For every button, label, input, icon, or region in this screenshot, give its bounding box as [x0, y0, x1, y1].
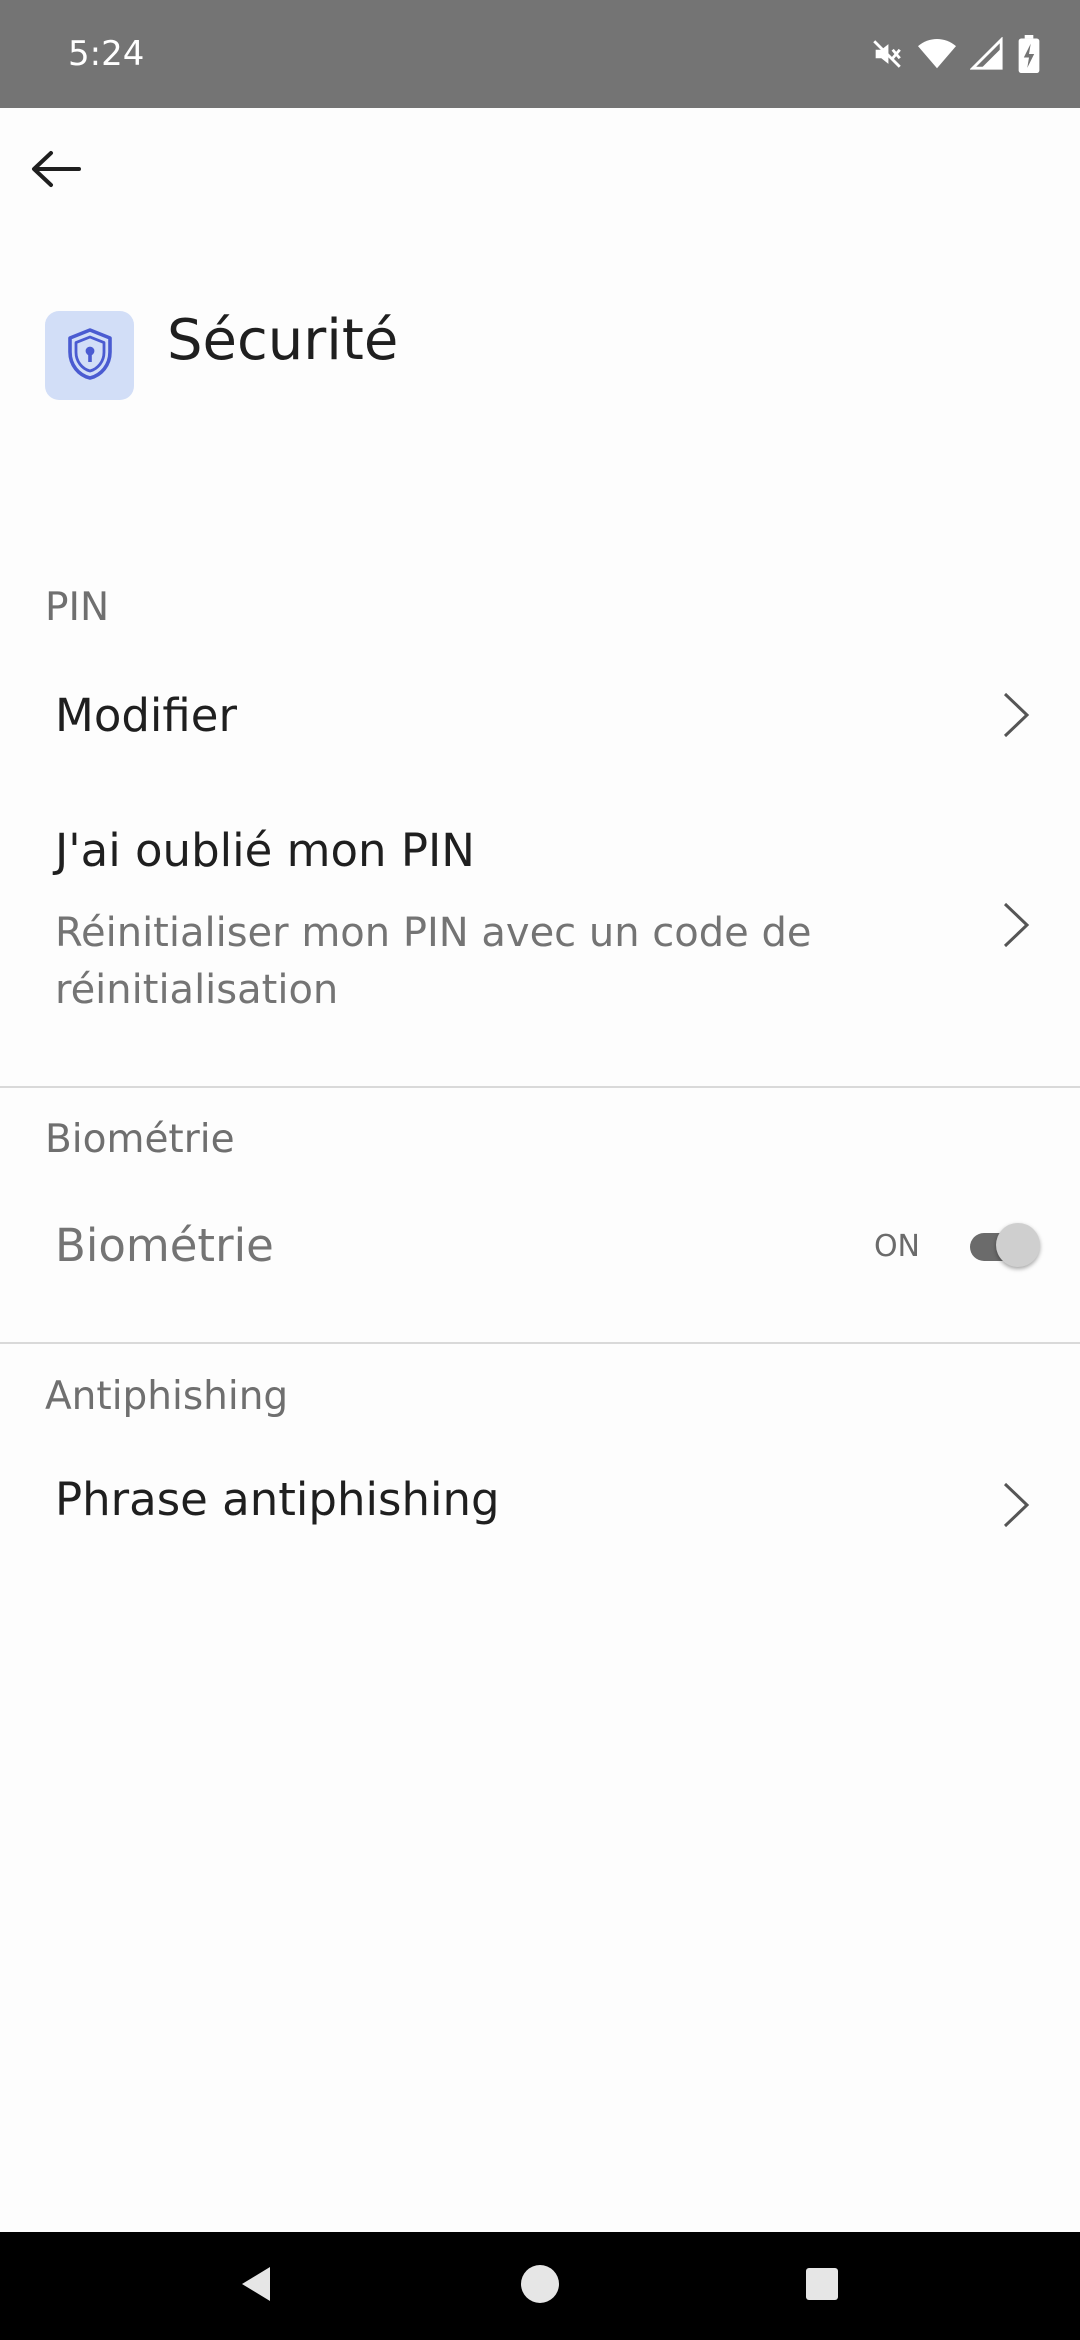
pin-modify-row[interactable]: Modifier [0, 660, 1080, 770]
nav-home-button[interactable] [510, 2256, 570, 2316]
chevron-right-icon [996, 685, 1036, 745]
pin-forgot-label: J'ai oublié mon PIN [55, 824, 475, 877]
pin-forgot-subtitle: Réinitialiser mon PIN avec un code de ré… [55, 910, 812, 1013]
section-title-antiphishing: Antiphishing [45, 1374, 289, 1419]
wifi-icon [918, 37, 956, 71]
nav-back-icon [236, 2264, 276, 2308]
nav-recents-icon [803, 2265, 841, 2307]
antiphishing-phrase-label: Phrase antiphishing [55, 1473, 500, 1526]
status-time: 5:24 [68, 34, 145, 74]
security-settings-screen: 5:24 Sécurité PIN Modifier J'ai oublié m… [0, 0, 1080, 2340]
signal-icon [970, 37, 1004, 71]
arrow-left-icon [29, 149, 81, 193]
page-title: Sécurité [167, 308, 399, 373]
pin-forgot-row[interactable]: J'ai oublié mon PIN Réinitialiser mon PI… [0, 800, 1080, 1040]
divider [0, 1342, 1080, 1344]
chevron-right-icon [996, 1475, 1036, 1535]
biometrics-toggle-state: ON [873, 1229, 920, 1264]
pin-modify-label: Modifier [55, 689, 237, 742]
section-title-biometrics: Biométrie [45, 1117, 235, 1162]
shield-lock-icon [64, 326, 116, 386]
header-icon-container [45, 311, 134, 400]
divider [0, 1086, 1080, 1088]
battery-charging-icon [1018, 35, 1040, 73]
antiphishing-phrase-row[interactable]: Phrase antiphishing [0, 1450, 1080, 1560]
navigation-bar [0, 2232, 1080, 2340]
back-button[interactable] [20, 136, 90, 206]
nav-home-icon [518, 2262, 562, 2310]
nav-recents-button[interactable] [792, 2256, 852, 2316]
status-bar: 5:24 [0, 0, 1080, 108]
biometrics-switch[interactable] [964, 1221, 1040, 1269]
section-title-pin: PIN [45, 585, 110, 630]
biometrics-row: Biométrie ON [0, 1190, 1080, 1300]
nav-back-button[interactable] [226, 2256, 286, 2316]
biometrics-label: Biométrie [55, 1219, 274, 1272]
switch-thumb [996, 1223, 1040, 1267]
mute-icon [870, 37, 904, 71]
status-icons [870, 32, 1040, 76]
chevron-right-icon [996, 895, 1036, 955]
